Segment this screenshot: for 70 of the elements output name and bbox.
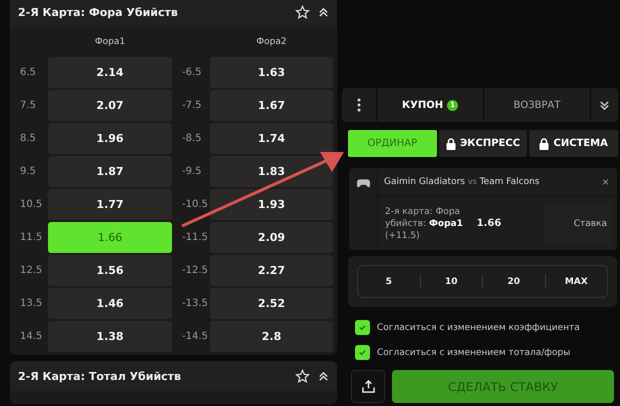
column-header: Фора2 bbox=[255, 36, 288, 49]
lock-icon bbox=[539, 138, 550, 150]
odds-button[interactable]: 1.96 bbox=[48, 123, 172, 154]
odds-button[interactable]: 1.67 bbox=[210, 90, 333, 121]
bet-description: 2-я карта: Фора убийств: Фора1 (+11.5) bbox=[385, 206, 464, 242]
handicap-label: 14.5 bbox=[19, 330, 44, 344]
odds-button[interactable]: 1.87 bbox=[48, 156, 172, 187]
odds-button[interactable]: 2.52 bbox=[210, 288, 333, 319]
odds-button[interactable]: 1.38 bbox=[48, 321, 172, 352]
quick-stake-button[interactable]: MAX bbox=[544, 274, 607, 289]
checkbox-label: Согласиться с изменением коэффициента bbox=[377, 322, 580, 332]
handicap-label: -8.5 bbox=[181, 132, 203, 146]
checkbox[interactable] bbox=[355, 320, 370, 335]
lock-icon bbox=[446, 138, 456, 150]
odds-button[interactable]: 2.27 bbox=[210, 255, 333, 286]
market-title: 2-Я Карта: Фора Убийств bbox=[18, 6, 178, 18]
coupon-tab[interactable]: ВОЗВРАТ bbox=[484, 88, 591, 122]
collapse-icon[interactable] bbox=[318, 6, 329, 18]
check-icon bbox=[358, 323, 367, 332]
check-icon bbox=[358, 348, 367, 357]
handicap-label: -11.5 bbox=[181, 231, 209, 245]
star-icon[interactable] bbox=[295, 368, 310, 384]
quick-stake-button[interactable]: 10 bbox=[420, 274, 482, 289]
handicap-label: 13.5 bbox=[19, 297, 44, 311]
odds-button[interactable]: 1.56 bbox=[48, 255, 172, 286]
odds-button[interactable]: 2.8 bbox=[210, 321, 333, 352]
handicap-label: -12.5 bbox=[181, 264, 209, 278]
odds-button[interactable]: 1.66 bbox=[48, 222, 172, 253]
star-icon[interactable] bbox=[295, 4, 310, 20]
share-icon bbox=[362, 380, 374, 393]
column-header: Фора1 bbox=[94, 36, 126, 49]
odds-button[interactable]: 1.46 bbox=[48, 288, 172, 319]
bet-type-tab[interactable]: СИСТЕМА bbox=[529, 130, 618, 157]
tab-label: ВОЗВРАТ bbox=[514, 100, 560, 110]
bet-type-tab[interactable]: ОРДИНАР bbox=[348, 130, 437, 157]
checkbox-label: Согласиться с изменением тотала/форы bbox=[377, 348, 570, 358]
handicap-label: 7.5 bbox=[19, 99, 37, 113]
collapse-icon[interactable] bbox=[318, 370, 329, 382]
handicap-label: 9.5 bbox=[19, 165, 37, 179]
handicap-label: 10.5 bbox=[19, 198, 44, 212]
odds-button[interactable]: 2.14 bbox=[48, 57, 172, 88]
handicap-label: -10.5 bbox=[181, 198, 209, 212]
checkbox[interactable] bbox=[355, 345, 370, 360]
handicap-label: 12.5 bbox=[19, 264, 44, 278]
stake-input[interactable]: Ставка bbox=[545, 202, 613, 246]
handicap-label: -7.5 bbox=[181, 99, 203, 113]
share-button[interactable] bbox=[351, 370, 385, 403]
tab-label: КУПОН bbox=[402, 100, 444, 110]
handicap-label: 8.5 bbox=[19, 132, 37, 146]
odds-button[interactable]: 1.77 bbox=[48, 189, 172, 220]
match-teams: Gaimin Gladiators vs Team Falcons bbox=[384, 177, 540, 187]
gamepad-icon bbox=[356, 179, 370, 188]
odds-button[interactable]: 1.93 bbox=[210, 189, 333, 220]
handicap-label: -14.5 bbox=[181, 330, 209, 344]
odds-button[interactable]: 2.07 bbox=[48, 90, 172, 121]
odds-button[interactable]: 2.09 bbox=[210, 222, 333, 253]
market-title: 2-Я Карта: Тотал Убийств bbox=[18, 370, 182, 382]
handicap-label: 6.5 bbox=[19, 66, 37, 80]
handicap-label: 11.5 bbox=[19, 231, 44, 245]
handicap-label: -9.5 bbox=[181, 165, 203, 179]
odds-button[interactable]: 1.83 bbox=[210, 156, 333, 187]
odds-button[interactable]: 1.74 bbox=[210, 123, 333, 154]
quick-stake-button[interactable]: 5 bbox=[358, 274, 420, 289]
bet-type-tab[interactable]: ЭКСПРЕСС bbox=[438, 130, 528, 157]
handicap-label: -13.5 bbox=[181, 297, 209, 311]
bet-odds: 1.66 bbox=[476, 218, 502, 229]
handicap-label: -6.5 bbox=[181, 66, 203, 80]
close-button[interactable]: × bbox=[602, 175, 609, 189]
quick-stake-button[interactable]: 20 bbox=[482, 274, 544, 289]
odds-button[interactable]: 1.63 bbox=[210, 57, 333, 88]
